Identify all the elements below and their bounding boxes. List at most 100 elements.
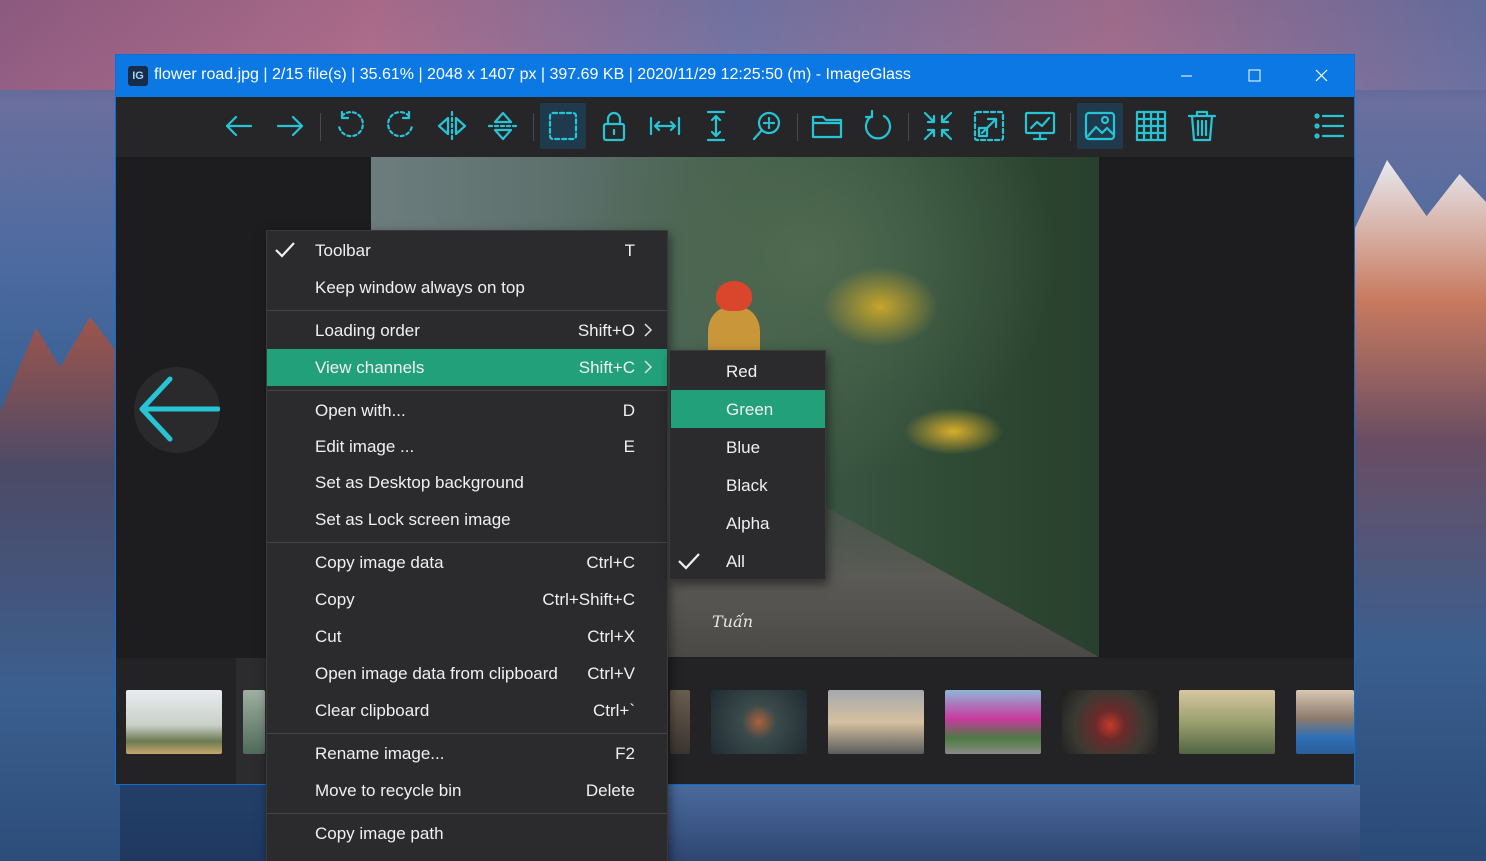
thumbnail[interactable] <box>243 690 265 754</box>
menu-item-edit-image[interactable]: Edit image ... E <box>267 428 667 465</box>
menu-item-label: Rename image... <box>315 744 445 763</box>
rotate-right-icon <box>387 110 414 138</box>
arrow-left-icon <box>139 376 221 442</box>
open-file-button[interactable] <box>804 103 850 149</box>
toolbar <box>116 97 1354 157</box>
submenu-item-red[interactable]: Red <box>671 352 825 390</box>
menu-item-label: Copy <box>315 590 355 609</box>
thumbnail[interactable] <box>670 690 690 754</box>
checkerboard-button[interactable] <box>1128 103 1174 149</box>
scale-to-height-button[interactable] <box>693 103 739 149</box>
next-image-button[interactable] <box>267 103 313 149</box>
zoom-icon <box>752 111 781 141</box>
menu-item-shortcut: Ctrl+C <box>586 553 635 572</box>
lock-zoom-button[interactable] <box>591 103 637 149</box>
menu-item-set-desktop-background[interactable]: Set as Desktop background <box>267 464 667 501</box>
window-title: flower road.jpg | 2/15 file(s) | 35.61% … <box>154 66 911 83</box>
scale-to-fit-button[interactable] <box>966 103 1012 149</box>
menu-item-copy[interactable]: Copy Ctrl+Shift+C <box>267 581 667 618</box>
flip-vertical-icon <box>487 111 519 141</box>
thumbnail[interactable] <box>828 690 924 754</box>
menu-item-shortcut: Ctrl+` <box>592 701 635 720</box>
menu-item-cut[interactable]: Cut Ctrl+X <box>267 618 667 655</box>
trash-icon <box>1187 110 1217 142</box>
flip-horizontal-button[interactable] <box>429 103 475 149</box>
maximize-button[interactable] <box>1231 55 1277 97</box>
rotate-right-button[interactable] <box>378 103 424 149</box>
menu-item-shortcut: Ctrl+V <box>587 664 635 683</box>
menu-item-label: Cut <box>315 627 342 646</box>
menu-item-open-from-clipboard[interactable]: Open image data from clipboard Ctrl+V <box>267 655 667 692</box>
menu-item-clear-clipboard[interactable]: Clear clipboard Ctrl+` <box>267 692 667 729</box>
maximize-icon <box>1248 69 1261 82</box>
submenu-item-alpha[interactable]: Alpha <box>671 504 825 542</box>
thumbnail[interactable] <box>945 690 1041 754</box>
menu-item-shortcut: Ctrl+X <box>587 627 635 646</box>
delete-button[interactable] <box>1179 103 1225 149</box>
selection-button[interactable] <box>540 103 586 149</box>
menu-item-label: Toolbar <box>315 241 371 260</box>
menu-item-rename-image[interactable]: Rename image... F2 <box>267 735 667 772</box>
image-icon <box>1084 111 1116 141</box>
previous-image-button[interactable] <box>216 103 262 149</box>
menu-item-shortcut: Ctrl+Shift+C <box>542 590 635 609</box>
submenu-item-black[interactable]: Black <box>671 466 825 504</box>
thumbnail[interactable] <box>1179 690 1275 754</box>
folder-icon <box>811 115 843 139</box>
menu-separator <box>267 542 667 543</box>
toolbar-separator <box>797 113 798 141</box>
close-button[interactable] <box>1298 55 1344 97</box>
submenu-item-label: Black <box>726 476 768 495</box>
menu-item-label: Move to recycle bin <box>315 781 462 800</box>
title-bar[interactable]: IG flower road.jpg | 2/15 file(s) | 35.6… <box>116 55 1354 97</box>
refresh-button[interactable] <box>855 103 901 149</box>
main-image-helmet <box>716 281 752 311</box>
menu-item-shortcut: D <box>622 401 635 420</box>
chevron-right-icon <box>643 322 653 338</box>
rotate-left-button[interactable] <box>327 103 373 149</box>
thumbnail[interactable] <box>126 690 222 754</box>
menu-item-label: Edit image ... <box>315 437 415 456</box>
rotate-left-icon <box>337 110 364 138</box>
menu-item-set-lock-screen[interactable]: Set as Lock screen image <box>267 501 667 538</box>
flip-vertical-button[interactable] <box>480 103 526 149</box>
submenu-item-label: All <box>726 552 745 571</box>
menu-item-move-to-recycle-bin[interactable]: Move to recycle bin Delete <box>267 772 667 809</box>
zoom-button[interactable] <box>744 103 790 149</box>
thumbnail[interactable] <box>1296 690 1354 754</box>
menu-item-shortcut: E <box>623 437 635 456</box>
submenu-item-blue[interactable]: Blue <box>671 428 825 466</box>
menu-item-shortcut: F2 <box>615 744 635 763</box>
thumbnail-bar-button[interactable] <box>1077 103 1123 149</box>
minimize-icon <box>1181 75 1192 77</box>
submenu-item-all[interactable]: All <box>671 542 825 580</box>
menu-item-shortcut: T <box>624 241 635 260</box>
previous-image-nav-button[interactable] <box>134 367 221 453</box>
thumbnail[interactable] <box>1062 690 1158 754</box>
menu-item-loading-order[interactable]: Loading order Shift+O <box>267 312 667 349</box>
slideshow-icon <box>1024 111 1056 141</box>
toolbar-separator <box>320 113 321 141</box>
menu-item-toolbar[interactable]: Toolbar T <box>267 232 667 269</box>
toolbar-separator <box>1070 113 1071 141</box>
menu-item-copy-image-path[interactable]: Copy image path <box>267 815 667 852</box>
menu-item-shortcut: Delete <box>585 781 635 800</box>
menu-item-label: Loading order <box>315 321 420 340</box>
auto-zoom-button[interactable] <box>915 103 961 149</box>
menu-item-open-with[interactable]: Open with... D <box>267 392 667 429</box>
scale-to-fit-icon <box>973 110 1005 142</box>
submenu-item-label: Red <box>726 362 758 381</box>
menu-item-copy-image-data[interactable]: Copy image data Ctrl+C <box>267 544 667 581</box>
submenu-item-green[interactable]: Green <box>671 390 825 428</box>
menu-item-view-channels[interactable]: View channels Shift+C <box>267 349 667 386</box>
slideshow-button[interactable] <box>1017 103 1063 149</box>
thumbnail[interactable] <box>711 690 807 754</box>
minimize-button[interactable] <box>1163 55 1209 97</box>
menu-item-keep-on-top[interactable]: Keep window always on top <box>267 269 667 306</box>
wallpaper-mountain-right <box>1354 160 1486 861</box>
flip-horizontal-icon <box>437 110 467 142</box>
menu-item-shortcut: Shift+C <box>578 358 635 377</box>
main-menu-button[interactable] <box>1306 103 1352 149</box>
menu-item-label: Clear clipboard <box>315 701 430 720</box>
scale-to-width-button[interactable] <box>642 103 688 149</box>
